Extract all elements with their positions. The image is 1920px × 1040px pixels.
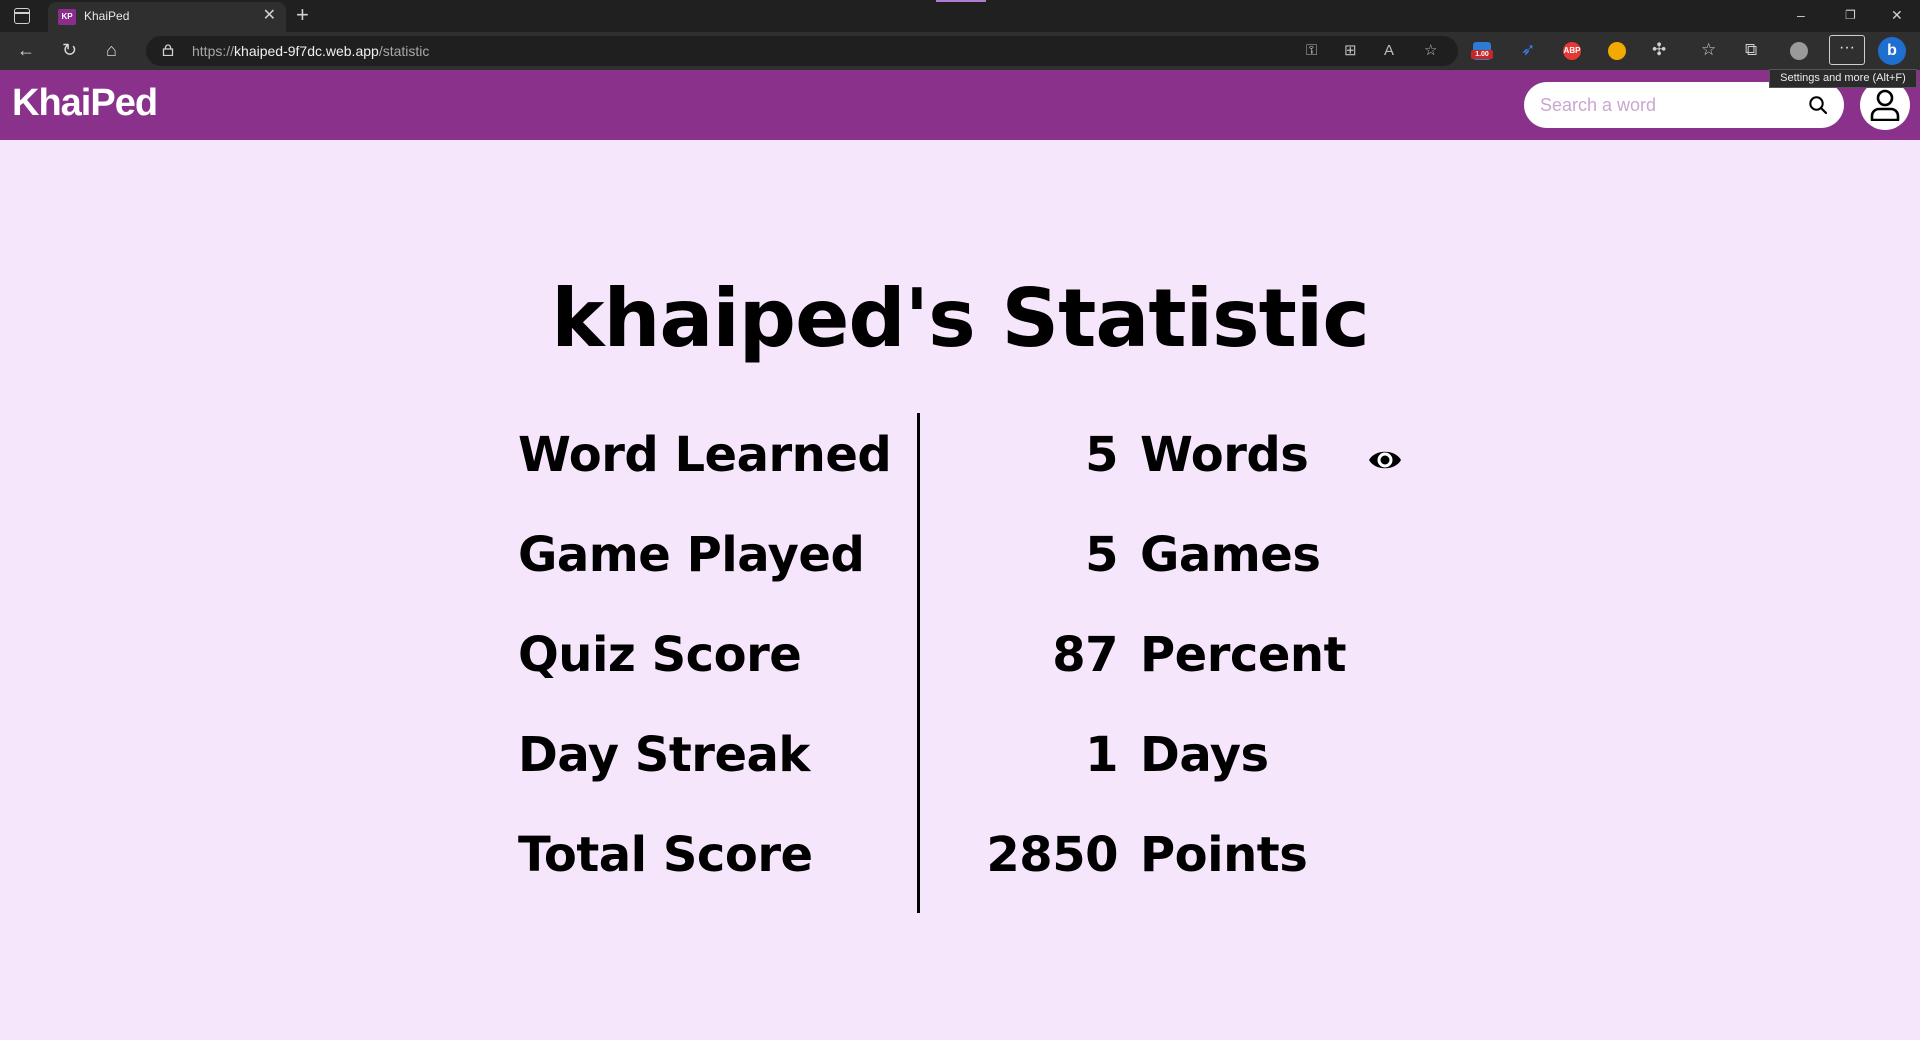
key-icon[interactable]: ⚿: [1306, 42, 1317, 60]
stat-unit-streak: Days: [1140, 727, 1269, 783]
extensions-puzzle-icon[interactable]: ✣: [1652, 40, 1666, 60]
refresh-icon[interactable]: ↻: [62, 40, 77, 60]
stat-label-games: Game Played: [518, 527, 865, 583]
stat-label-total: Total Score: [518, 827, 813, 883]
page-title: khaiped's Statistic: [551, 272, 1370, 365]
stat-unit-games: Games: [1140, 527, 1321, 583]
tab-title: KhaiPed: [84, 9, 130, 23]
home-icon[interactable]: ⌂: [106, 40, 117, 60]
stat-value-quiz: 87: [1052, 627, 1118, 683]
browser-tab[interactable]: KP KhaiPed ✕: [48, 2, 286, 32]
eye-icon[interactable]: [1367, 445, 1403, 475]
stat-unit-total: Points: [1140, 827, 1308, 883]
address-bar[interactable]: https://khaiped-9f7dc.web.app/statistic …: [146, 36, 1458, 66]
stat-value-words: 5: [1085, 427, 1118, 483]
stat-value-streak: 1: [1085, 727, 1118, 783]
new-tab-icon[interactable]: +: [296, 3, 309, 27]
browser-tab-bar: KP KhaiPed ✕ + – ❐ ✕: [0, 0, 1920, 32]
stat-value-total: 2850: [986, 827, 1118, 883]
stats-divider: [917, 413, 920, 913]
extension-badge-icon[interactable]: 1.00: [1471, 42, 1493, 60]
search-box[interactable]: [1524, 82, 1844, 128]
app-header: KhaiPed: [0, 70, 1920, 140]
favorite-star-icon[interactable]: ☆: [1424, 42, 1437, 60]
favorites-icon[interactable]: ☆: [1701, 40, 1716, 60]
extension-coin-icon[interactable]: [1608, 42, 1626, 60]
extension-arrow-icon[interactable]: ➶: [1521, 40, 1535, 60]
apps-icon[interactable]: ⊞: [1344, 42, 1357, 60]
lock-icon[interactable]: [162, 44, 174, 56]
url-path: /statistic: [378, 43, 430, 59]
app-logo[interactable]: KhaiPed: [12, 82, 158, 125]
restore-icon[interactable]: ❐: [1845, 6, 1856, 24]
stat-label-words: Word Learned: [518, 427, 892, 483]
drag-indicator: [936, 0, 986, 2]
adblock-icon[interactable]: ABP: [1563, 42, 1581, 60]
settings-more-button[interactable]: ···: [1829, 35, 1865, 65]
url-text[interactable]: https://khaiped-9f7dc.web.app/statistic: [192, 43, 429, 59]
back-icon[interactable]: ←: [17, 40, 35, 60]
browser-toolbar: ← ↻ ⌂ https://khaiped-9f7dc.web.app/stat…: [0, 32, 1920, 70]
read-aloud-icon[interactable]: A: [1384, 42, 1394, 60]
collections-icon[interactable]: ⧉: [1745, 40, 1757, 60]
profile-avatar-icon[interactable]: [1790, 42, 1808, 60]
search-icon[interactable]: [1808, 95, 1828, 115]
window-close-icon[interactable]: ✕: [1891, 6, 1903, 24]
tab-actions-icon[interactable]: [14, 8, 30, 24]
url-host: khaiped-9f7dc.web.app: [234, 43, 379, 59]
adblock-label: ABP: [1563, 46, 1581, 55]
stat-unit-quiz: Percent: [1140, 627, 1347, 683]
minimize-icon[interactable]: –: [1797, 6, 1805, 24]
user-icon: [1870, 89, 1900, 121]
url-scheme: https://: [192, 43, 235, 59]
stat-label-streak: Day Streak: [518, 727, 810, 783]
tab-close-icon[interactable]: ✕: [263, 7, 276, 25]
stat-label-quiz: Quiz Score: [518, 627, 802, 683]
extension-badge-text: 1.00: [1471, 50, 1493, 59]
stat-value-games: 5: [1085, 527, 1118, 583]
search-input[interactable]: [1540, 90, 1800, 120]
bing-copilot-icon[interactable]: b: [1878, 37, 1906, 65]
settings-tooltip: Settings and more (Alt+F): [1769, 69, 1917, 88]
stat-unit-words: Words: [1140, 427, 1309, 483]
tab-favicon: KP: [58, 9, 76, 25]
